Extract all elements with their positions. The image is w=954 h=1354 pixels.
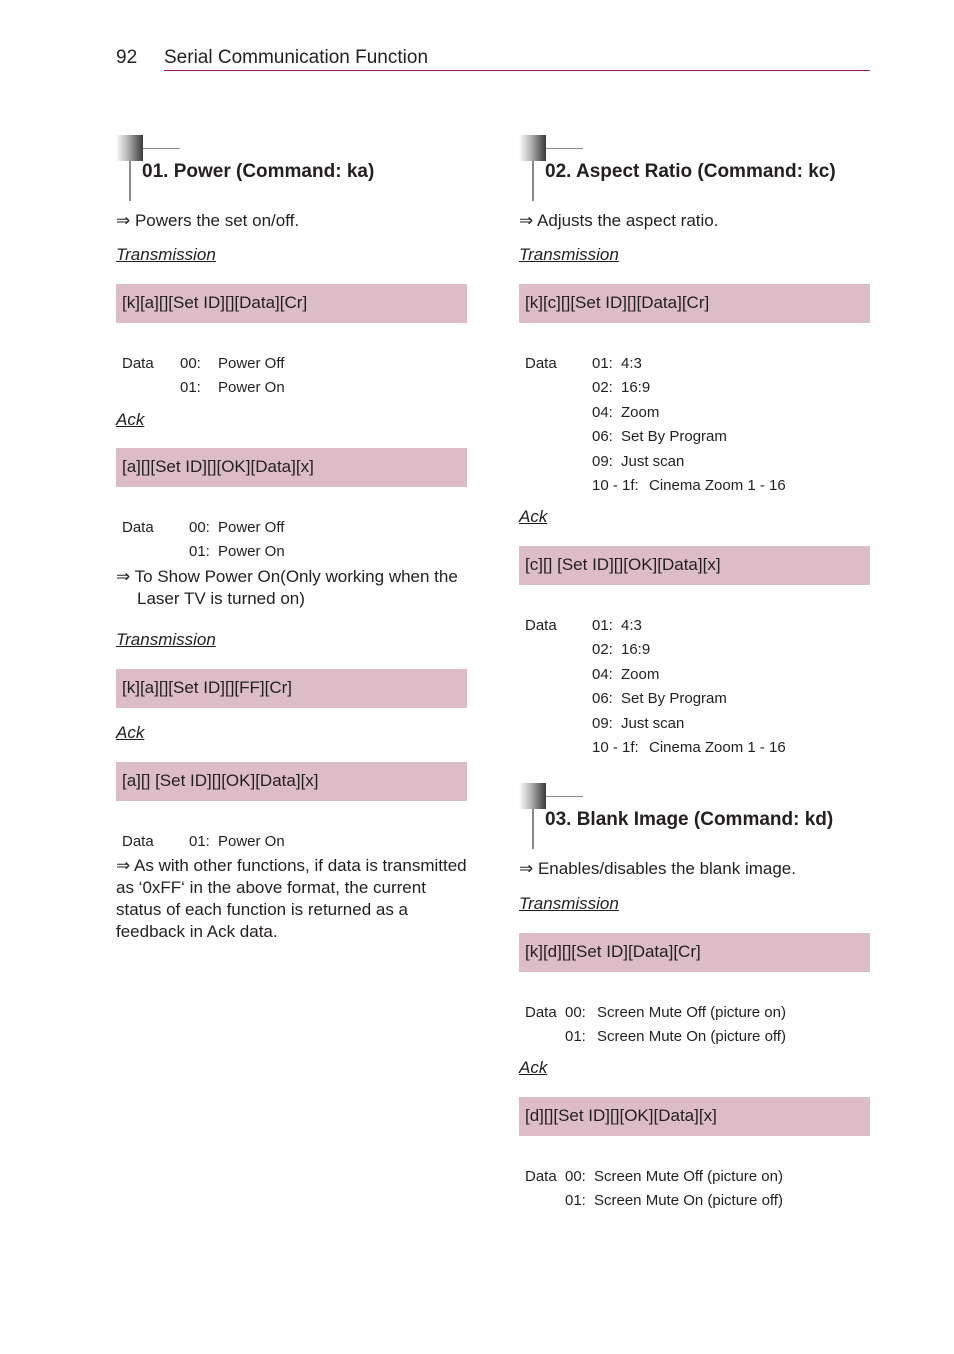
section-description: ⇒ Enables/disables the blank image.	[519, 859, 796, 878]
ack-command: [d][][Set ID][][OK][Data][x]	[525, 1106, 717, 1125]
ack-label: Ack	[519, 1058, 548, 1077]
ack-label: Ack	[116, 410, 145, 429]
data-code: 01:	[189, 543, 210, 560]
data-code: 01:	[592, 355, 613, 372]
data-label: Data	[525, 1004, 557, 1021]
data-code: 04:	[592, 404, 613, 421]
data-code: 10 - 1f:	[592, 477, 639, 494]
data-value: Screen Mute Off (picture on)	[597, 1004, 786, 1021]
data-value: Set By Program	[621, 428, 727, 445]
data-code: 01:	[180, 379, 201, 396]
data-value: Just scan	[621, 715, 685, 732]
data-code: 00:	[565, 1004, 586, 1021]
heading-rule	[129, 161, 131, 201]
transmission-command-box: [k][a][][Set ID][][Data][Cr]	[116, 284, 467, 323]
ack-command: [a][][Set ID][][OK][Data][x]	[122, 457, 314, 476]
data-value: Power Off	[218, 355, 285, 372]
data-label: Data	[122, 833, 154, 850]
data-label: Data	[525, 617, 557, 634]
data-value: Screen Mute On (picture off)	[597, 1028, 786, 1045]
data-value: Screen Mute Off (picture on)	[594, 1168, 783, 1185]
ack-command: [c][] [Set ID][][OK][Data][x]	[525, 555, 721, 574]
transmission-label: Transmission	[519, 245, 619, 264]
data-label: Data	[122, 355, 154, 372]
data-value: Zoom	[621, 666, 660, 683]
ack-command-box: [d][][Set ID][][OK][Data][x]	[519, 1097, 870, 1136]
section-heading: 01. Power (Command: ka)	[116, 135, 467, 205]
data-code: 06:	[592, 428, 613, 445]
heading-rule	[546, 148, 583, 149]
ack-command: [a][] [Set ID][][OK][Data][x]	[122, 771, 319, 790]
page-title: Serial Communication Function	[164, 47, 429, 68]
transmission-command-box: [k][a][][Set ID][][FF][Cr]	[116, 669, 467, 708]
data-value: 4:3	[621, 355, 642, 372]
data-code: 10 - 1f:	[592, 739, 639, 756]
transmission-command: [k][d][][Set ID][Data][Cr]	[525, 942, 701, 961]
data-value: Just scan	[621, 453, 685, 470]
transmission-command: [k][c][][Set ID][][Data][Cr]	[525, 293, 710, 312]
data-value: Cinema Zoom 1 - 16	[649, 477, 786, 494]
ack-command-box: [a][][Set ID][][OK][Data][x]	[116, 448, 467, 487]
data-code: 00:	[180, 355, 201, 372]
data-code: 01:	[592, 617, 613, 634]
page-number: 92	[116, 47, 138, 68]
heading-rule	[532, 809, 534, 849]
heading-marker-icon	[519, 135, 546, 161]
heading-rule	[546, 796, 583, 797]
transmission-label: Transmission	[116, 245, 216, 264]
section-description: ⇒ Adjusts the aspect ratio.	[519, 211, 719, 230]
data-value: Screen Mute On (picture off)	[594, 1192, 783, 1209]
section-heading: 02. Aspect Ratio (Command: kc)	[519, 135, 870, 205]
data-label: Data	[525, 1168, 557, 1185]
section-description: ⇒ Powers the set on/off.	[116, 211, 300, 230]
data-value: Power Off	[218, 519, 285, 536]
data-value: Power On	[218, 543, 285, 560]
section-title: 01. Power (Command: ka)	[142, 161, 375, 182]
data-label: Data	[122, 519, 154, 536]
data-value: Set By Program	[621, 690, 727, 707]
power-on-note: ⇒ To Show Power On(Only working when the…	[116, 567, 458, 608]
transmission-command-box: [k][c][][Set ID][][Data][Cr]	[519, 284, 870, 323]
heading-marker-icon	[116, 135, 143, 161]
data-code: 01:	[189, 833, 210, 850]
data-code: 04:	[592, 666, 613, 683]
transmission-command: [k][a][][Set ID][][FF][Cr]	[122, 678, 293, 697]
transmission-command-box: [k][d][][Set ID][Data][Cr]	[519, 933, 870, 972]
data-code: 02:	[592, 641, 613, 658]
heading-marker-icon	[519, 783, 546, 809]
data-code: 01:	[565, 1192, 586, 1209]
transmission-command: [k][a][][Set ID][][Data][Cr]	[122, 293, 308, 312]
data-value: 4:3	[621, 617, 642, 634]
data-code: 00:	[189, 519, 210, 536]
data-code: 01:	[565, 1028, 586, 1045]
transmission-label: Transmission	[116, 630, 216, 649]
data-value: Cinema Zoom 1 - 16	[649, 739, 786, 756]
data-value: Power On	[218, 379, 285, 396]
heading-rule	[143, 148, 180, 149]
data-value: 16:9	[621, 641, 651, 658]
transmission-label: Transmission	[519, 894, 619, 913]
ack-label: Ack	[519, 507, 548, 526]
feedback-note: ⇒ As with other functions, if data is tr…	[116, 856, 467, 941]
data-value: Power On	[218, 833, 285, 850]
data-code: 02:	[592, 379, 613, 396]
data-value: Zoom	[621, 404, 660, 421]
data-value: 16:9	[621, 379, 651, 396]
ack-command-box: [a][] [Set ID][][OK][Data][x]	[116, 762, 467, 801]
section-title: 02. Aspect Ratio (Command: kc)	[545, 161, 836, 182]
data-code: 06:	[592, 690, 613, 707]
ack-command-box: [c][] [Set ID][][OK][Data][x]	[519, 546, 870, 585]
data-label: Data	[525, 355, 557, 372]
ack-label: Ack	[116, 723, 145, 742]
data-code: 09:	[592, 715, 613, 732]
section-heading: 03. Blank Image (Command: kd)	[519, 783, 870, 853]
header-rule	[164, 70, 870, 71]
heading-rule	[532, 161, 534, 201]
data-code: 00:	[565, 1168, 586, 1185]
section-title: 03. Blank Image (Command: kd)	[545, 809, 834, 830]
data-code: 09:	[592, 453, 613, 470]
